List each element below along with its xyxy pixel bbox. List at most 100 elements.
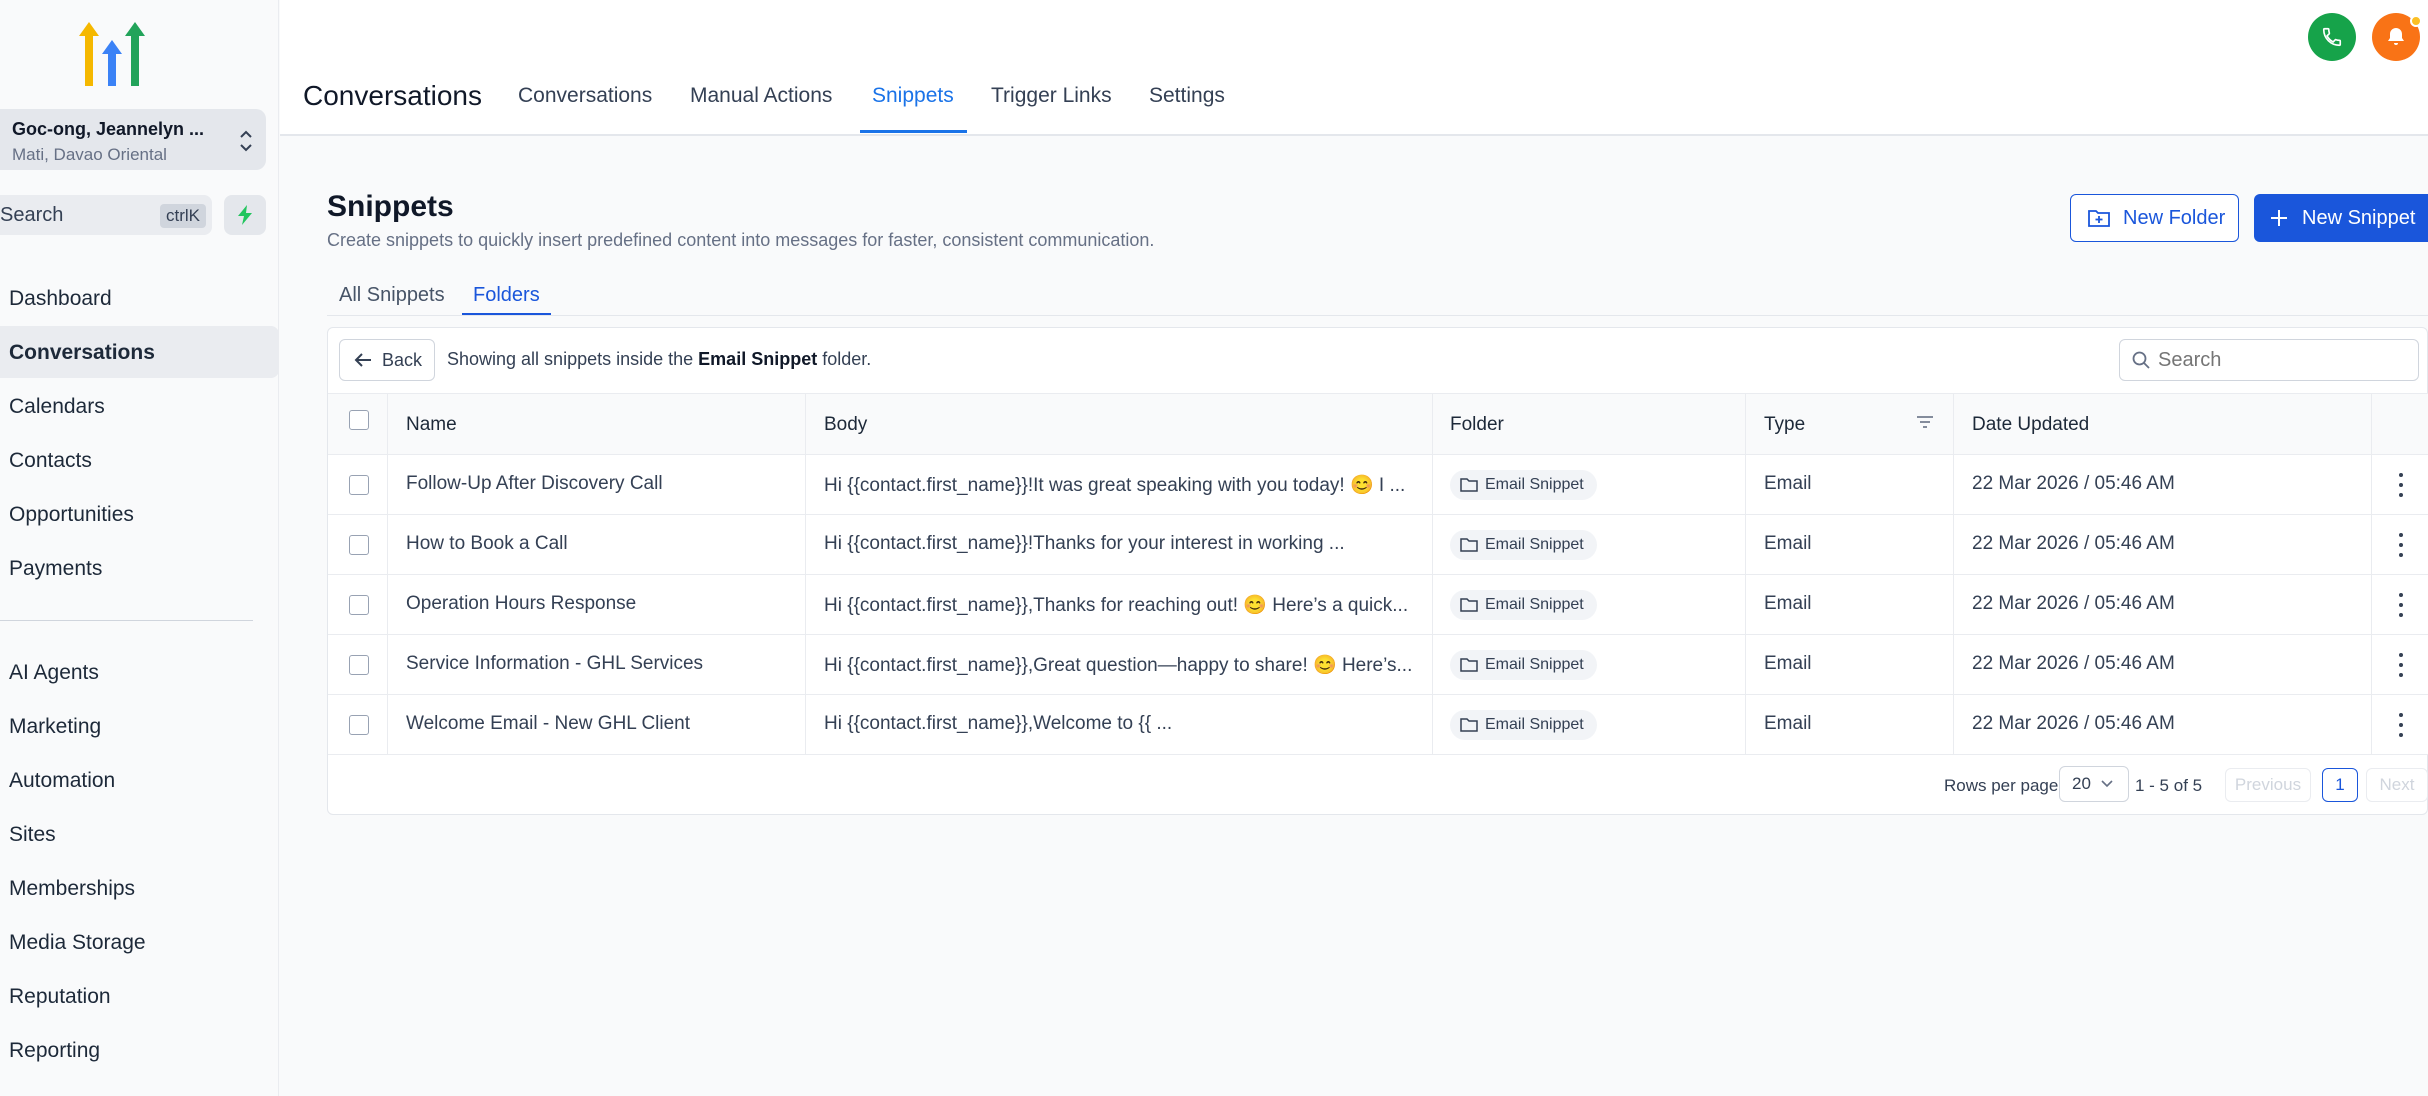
- location-switcher[interactable]: Goc-ong, Jeannelyn ... Mati, Davao Orien…: [0, 109, 266, 170]
- table-row[interactable]: Operation Hours Response Hi {{contact.fi…: [328, 575, 2428, 635]
- snippet-type: Email: [1764, 653, 1812, 674]
- sidebar-item-calendars[interactable]: Calendars: [0, 380, 279, 432]
- showing-prefix: Showing all snippets inside the: [447, 349, 694, 369]
- col-divider: [1953, 635, 1954, 695]
- new-folder-label: New Folder: [2123, 206, 2226, 229]
- row-checkbox[interactable]: [349, 655, 369, 675]
- new-folder-button[interactable]: New Folder: [2070, 194, 2239, 242]
- row-checkbox[interactable]: [349, 475, 369, 495]
- col-divider: [1745, 575, 1746, 635]
- back-button[interactable]: Back: [339, 339, 435, 381]
- col-divider: [805, 455, 806, 515]
- sidebar-item-contacts[interactable]: Contacts: [0, 434, 279, 486]
- row-actions-icon[interactable]: [2396, 653, 2406, 677]
- row-actions-icon[interactable]: [2396, 593, 2406, 617]
- snippet-name[interactable]: Service Information - GHL Services: [406, 653, 703, 675]
- folder-plus-icon: [2088, 210, 2110, 227]
- sidebar-item-reporting[interactable]: Reporting: [0, 1024, 279, 1076]
- search-input[interactable]: [2158, 348, 2398, 372]
- sidebar-item-memberships[interactable]: Memberships: [0, 862, 279, 914]
- col-divider: [1432, 575, 1433, 635]
- snippet-name[interactable]: How to Book a Call: [406, 533, 568, 555]
- row-actions-icon[interactable]: [2396, 533, 2406, 557]
- sidebar-item-sites[interactable]: Sites: [0, 808, 279, 860]
- col-divider: [1432, 515, 1433, 575]
- row-actions-icon[interactable]: [2396, 713, 2406, 737]
- snippet-name[interactable]: Follow-Up After Discovery Call: [406, 473, 663, 495]
- chevron-updown-icon: [240, 130, 252, 152]
- sidebar-item-media-storage[interactable]: Media Storage: [0, 916, 279, 968]
- table-row[interactable]: How to Book a Call Hi {{contact.first_na…: [328, 515, 2428, 575]
- phone-button[interactable]: [2308, 13, 2356, 61]
- sidebar-item-marketing[interactable]: Marketing: [0, 700, 279, 752]
- col-header-folder[interactable]: Folder: [1450, 414, 1504, 436]
- snippet-name[interactable]: Welcome Email - New GHL Client: [406, 713, 690, 735]
- col-divider: [1745, 695, 1746, 755]
- notifications-button[interactable]: [2372, 13, 2422, 61]
- app-title: Conversations: [303, 80, 482, 111]
- tab-conversations[interactable]: Conversations: [518, 84, 652, 108]
- col-divider: [1432, 635, 1433, 695]
- rows-per-page-select[interactable]: 20: [2059, 766, 2129, 802]
- new-snippet-button[interactable]: New Snippet: [2254, 194, 2428, 242]
- sidebar: Goc-ong, Jeannelyn ... Mati, Davao Orien…: [0, 0, 279, 1096]
- snippet-search[interactable]: [2119, 339, 2419, 381]
- col-divider: [1432, 695, 1433, 755]
- row-actions-icon[interactable]: [2396, 473, 2406, 497]
- subtab-all-snippets[interactable]: All Snippets: [339, 284, 445, 307]
- subtab-folders[interactable]: Folders: [473, 284, 540, 307]
- table-row[interactable]: Follow-Up After Discovery Call Hi {{cont…: [328, 455, 2428, 515]
- snippet-date: 22 Mar 2026 / 05:46 AM: [1972, 533, 2175, 554]
- row-checkbox[interactable]: [349, 535, 369, 555]
- col-header-body[interactable]: Body: [824, 414, 867, 436]
- col-divider: [1953, 575, 1954, 635]
- col-header-date-updated[interactable]: Date Updated: [1972, 414, 2089, 436]
- folder-chip: Email Snippet: [1450, 530, 1597, 560]
- col-divider: [387, 575, 388, 635]
- row-checkbox[interactable]: [349, 715, 369, 735]
- folder-chip: Email Snippet: [1450, 470, 1597, 500]
- chevron-down-icon: [2101, 780, 2113, 788]
- sidebar-item-conversations[interactable]: Conversations: [0, 326, 279, 378]
- col-divider: [2371, 515, 2372, 575]
- location-sub: Mati, Davao Oriental: [12, 145, 167, 164]
- active-subtab-indicator: [462, 313, 551, 315]
- col-divider: [805, 575, 806, 635]
- snippet-body: Hi {{contact.first_name}},Great question…: [824, 655, 1413, 676]
- folder-context-text: Showing all snippets inside the Email Sn…: [447, 349, 871, 370]
- quick-action-button[interactable]: [224, 195, 266, 235]
- sidebar-item-reputation[interactable]: Reputation: [0, 970, 279, 1022]
- filter-icon[interactable]: [1916, 414, 1934, 430]
- snippet-date: 22 Mar 2026 / 05:46 AM: [1972, 473, 2175, 494]
- back-label: Back: [382, 349, 423, 370]
- sidebar-item-dashboard[interactable]: Dashboard: [0, 272, 279, 324]
- page-number-button[interactable]: 1: [2322, 768, 2358, 802]
- table-row[interactable]: Welcome Email - New GHL Client Hi {{cont…: [328, 695, 2428, 755]
- tab-trigger-links[interactable]: Trigger Links: [991, 84, 1112, 108]
- shortcut-badge: ctrlK: [160, 204, 206, 228]
- col-divider: [1745, 515, 1746, 575]
- col-header-name[interactable]: Name: [406, 414, 457, 436]
- col-header-type[interactable]: Type: [1764, 414, 1805, 436]
- previous-page-button[interactable]: Previous: [2225, 768, 2311, 802]
- next-page-button[interactable]: Next: [2366, 768, 2428, 802]
- folder-icon: [1460, 718, 1478, 732]
- new-snippet-label: New Snippet: [2302, 206, 2416, 229]
- sidebar-item-ai-agents[interactable]: AI Agents: [0, 646, 279, 698]
- row-checkbox[interactable]: [349, 595, 369, 615]
- snippet-type: Email: [1764, 713, 1812, 734]
- snippet-name[interactable]: Operation Hours Response: [406, 593, 636, 615]
- table-row[interactable]: Service Information - GHL Services Hi {{…: [328, 635, 2428, 695]
- col-divider: [387, 515, 388, 575]
- sidebar-item-payments[interactable]: Payments: [0, 542, 279, 594]
- tab-snippets[interactable]: Snippets: [872, 84, 954, 108]
- sidebar-item-automation[interactable]: Automation: [0, 754, 279, 806]
- table-header: Name Body Folder Type Date Updated: [328, 393, 2428, 456]
- col-divider: [805, 515, 806, 575]
- sidebar-search[interactable]: Search ctrlK: [0, 195, 212, 235]
- tab-settings[interactable]: Settings: [1149, 84, 1225, 108]
- select-all-checkbox[interactable]: [349, 410, 369, 430]
- sidebar-item-opportunities[interactable]: Opportunities: [0, 488, 279, 540]
- tab-manual-actions[interactable]: Manual Actions: [690, 84, 832, 108]
- col-divider: [387, 635, 388, 695]
